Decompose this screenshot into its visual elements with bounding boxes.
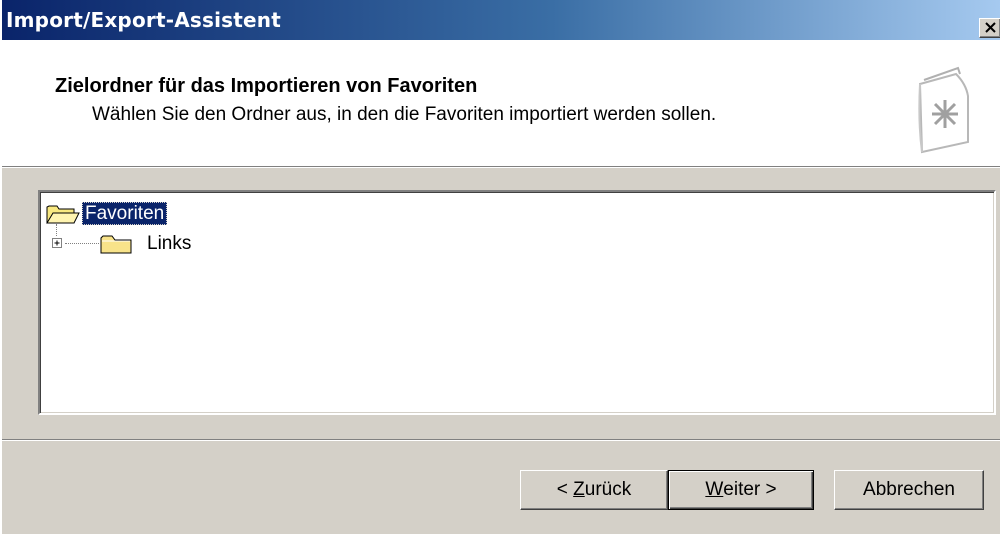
page-title: Zielordner für das Importieren von Favor…	[55, 75, 478, 97]
back-button-prefix: <	[556, 479, 574, 500]
next-button-label: eiter >	[723, 479, 777, 500]
back-button[interactable]: < Zurück	[520, 470, 668, 510]
wizard-window: Import/Export-Assistent Zielordner für d…	[0, 0, 1000, 534]
window-title: Import/Export-Assistent	[6, 8, 281, 32]
tree-connector	[65, 243, 99, 244]
tree-item-label-favoriten[interactable]: Favoriten	[82, 202, 168, 225]
header-separator-highlight	[2, 167, 1000, 168]
cancel-button-label: Abbrechen	[863, 479, 955, 500]
close-button[interactable]	[979, 18, 1000, 38]
back-button-mnemonic: Z	[573, 479, 585, 500]
back-button-label: urück	[584, 479, 632, 500]
folder-tree[interactable]: Favoriten Links	[38, 190, 996, 415]
tree-connector	[56, 224, 57, 236]
footer-separator-highlight	[2, 440, 1000, 441]
next-button[interactable]: Weiter >	[668, 470, 814, 510]
page-subtitle: Wählen Sie den Ordner aus, in den die Fa…	[92, 104, 717, 125]
expand-plus-icon[interactable]	[52, 238, 63, 249]
folder-open-icon	[46, 205, 80, 224]
next-button-mnemonic: W	[705, 479, 724, 500]
wizard-favorites-icon	[918, 66, 969, 154]
close-icon	[985, 22, 996, 33]
header-panel: Zielordner für das Importieren von Favor…	[2, 40, 1000, 166]
title-bar[interactable]: Import/Export-Assistent	[2, 0, 1000, 40]
folder-closed-icon	[100, 235, 132, 254]
cancel-button[interactable]: Abbrechen	[834, 470, 984, 510]
tree-item-label-links[interactable]: Links	[145, 232, 193, 255]
